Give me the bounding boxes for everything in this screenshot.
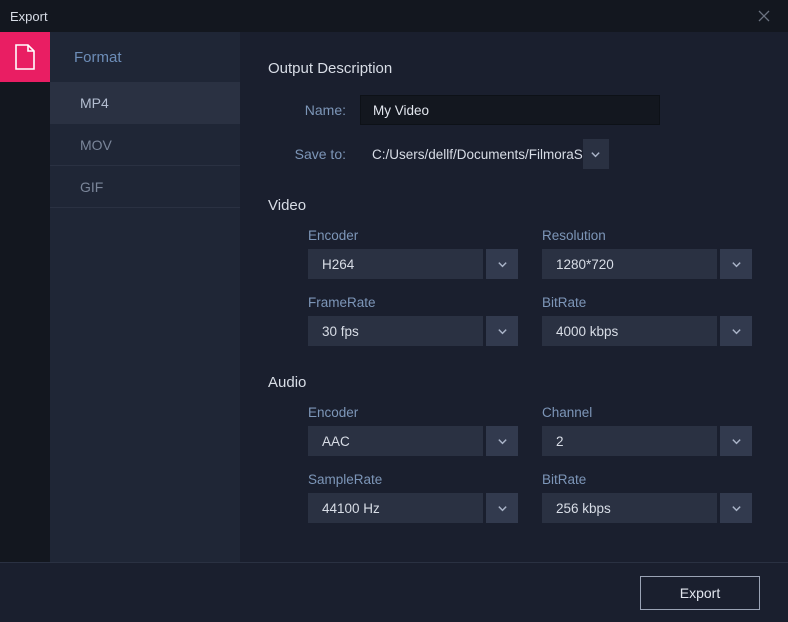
video-encoder-select[interactable]: H264 <box>308 249 518 279</box>
name-row: Name: <box>268 95 752 125</box>
chevron-down-icon <box>731 436 742 447</box>
audio-title: Audio <box>268 374 752 391</box>
chevron-down-icon <box>497 503 508 514</box>
audio-samplerate-label: SampleRate <box>308 472 518 487</box>
saveto-chevron[interactable] <box>583 139 609 169</box>
footer: Export <box>0 562 788 622</box>
video-resolution-chevron[interactable] <box>720 249 752 279</box>
video-encoder-field: Encoder H264 <box>308 228 518 279</box>
chevron-down-icon <box>731 326 742 337</box>
audio-encoder-chevron[interactable] <box>486 426 518 456</box>
icon-column <box>0 32 50 562</box>
video-bitrate-chevron[interactable] <box>720 316 752 346</box>
audio-encoder-select[interactable]: AAC <box>308 426 518 456</box>
audio-samplerate-chevron[interactable] <box>486 493 518 523</box>
window-title: Export <box>10 9 48 24</box>
video-framerate-chevron[interactable] <box>486 316 518 346</box>
video-framerate-select[interactable]: 30 fps <box>308 316 518 346</box>
video-framerate-field: FrameRate 30 fps <box>308 295 518 346</box>
video-framerate-label: FrameRate <box>308 295 518 310</box>
video-resolution-select[interactable]: 1280*720 <box>542 249 752 279</box>
audio-channel-select[interactable]: 2 <box>542 426 752 456</box>
chevron-down-icon <box>590 149 601 160</box>
format-item-mov[interactable]: MOV <box>50 124 240 166</box>
video-resolution-label: Resolution <box>542 228 752 243</box>
document-icon <box>14 44 36 70</box>
audio-encoder-field: Encoder AAC <box>308 405 518 456</box>
audio-samplerate-select[interactable]: 44100 Hz <box>308 493 518 523</box>
sidebar: Format MP4 MOV GIF <box>50 32 240 562</box>
audio-group: Audio Encoder AAC Channel 2 <box>268 374 752 523</box>
audio-encoder-value: AAC <box>308 426 483 456</box>
video-bitrate-value: 4000 kbps <box>542 316 717 346</box>
video-resolution-field: Resolution 1280*720 <box>542 228 752 279</box>
video-group: Video Encoder H264 Resolution 1280*720 <box>268 197 752 346</box>
audio-channel-field: Channel 2 <box>542 405 752 456</box>
chevron-down-icon <box>497 436 508 447</box>
name-label: Name: <box>268 102 360 118</box>
name-input[interactable] <box>360 95 660 125</box>
audio-samplerate-field: SampleRate 44100 Hz <box>308 472 518 523</box>
video-bitrate-select[interactable]: 4000 kbps <box>542 316 752 346</box>
main-panel: Output Description Name: Save to: C:/Use… <box>240 32 788 562</box>
video-framerate-value: 30 fps <box>308 316 483 346</box>
close-button[interactable] <box>750 2 778 30</box>
audio-channel-chevron[interactable] <box>720 426 752 456</box>
video-encoder-label: Encoder <box>308 228 518 243</box>
video-bitrate-field: BitRate 4000 kbps <box>542 295 752 346</box>
audio-bitrate-chevron[interactable] <box>720 493 752 523</box>
chevron-down-icon <box>731 259 742 270</box>
video-title: Video <box>268 197 752 214</box>
video-resolution-value: 1280*720 <box>542 249 717 279</box>
body: Format MP4 MOV GIF Output Description Na… <box>0 32 788 562</box>
video-bitrate-label: BitRate <box>542 295 752 310</box>
export-button[interactable]: Export <box>640 576 760 610</box>
titlebar: Export <box>0 0 788 32</box>
chevron-down-icon <box>497 326 508 337</box>
saveto-value: C:/Users/dellf/Documents/FilmoraS <box>360 147 583 162</box>
audio-channel-label: Channel <box>542 405 752 420</box>
format-item-gif[interactable]: GIF <box>50 166 240 208</box>
sidebar-header: Format <box>50 32 240 82</box>
saveto-select[interactable]: C:/Users/dellf/Documents/FilmoraS <box>360 139 609 169</box>
chevron-down-icon <box>731 503 742 514</box>
video-encoder-value: H264 <box>308 249 483 279</box>
audio-bitrate-label: BitRate <box>542 472 752 487</box>
saveto-row: Save to: C:/Users/dellf/Documents/Filmor… <box>268 139 752 169</box>
audio-bitrate-select[interactable]: 256 kbps <box>542 493 752 523</box>
audio-encoder-label: Encoder <box>308 405 518 420</box>
close-icon <box>758 10 770 22</box>
chevron-down-icon <box>497 259 508 270</box>
audio-samplerate-value: 44100 Hz <box>308 493 483 523</box>
saveto-label: Save to: <box>268 146 360 162</box>
audio-channel-value: 2 <box>542 426 717 456</box>
video-encoder-chevron[interactable] <box>486 249 518 279</box>
audio-bitrate-value: 256 kbps <box>542 493 717 523</box>
audio-bitrate-field: BitRate 256 kbps <box>542 472 752 523</box>
output-section-title: Output Description <box>268 60 752 77</box>
format-item-mp4[interactable]: MP4 <box>50 82 240 124</box>
document-tab[interactable] <box>0 32 50 82</box>
